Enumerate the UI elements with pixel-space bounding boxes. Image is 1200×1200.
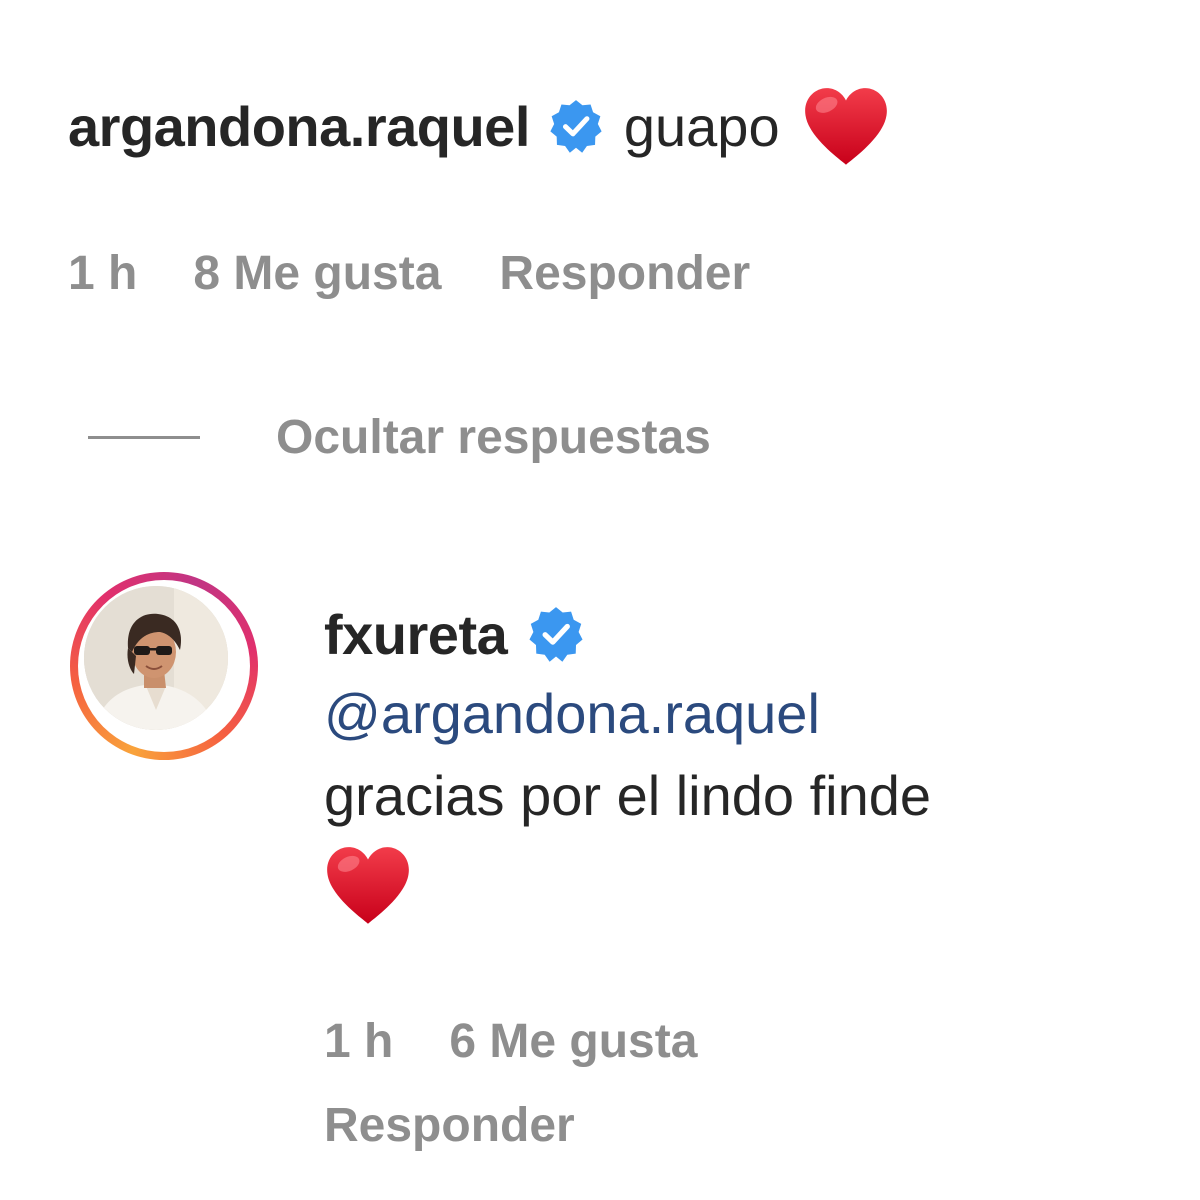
- reply-actions: Responder: [324, 1098, 575, 1153]
- reply-header: fxureta: [324, 594, 1164, 674]
- comment-reply-button[interactable]: Responder: [499, 246, 750, 301]
- hide-replies-button[interactable]: Ocultar respuestas: [276, 410, 711, 465]
- comment-likes[interactable]: 8 Me gusta: [193, 246, 441, 301]
- comment-body: argandona.raquel guapo: [68, 78, 1148, 174]
- avatar-story-ring[interactable]: [70, 572, 258, 760]
- reply-username[interactable]: fxureta: [324, 602, 508, 667]
- verified-badge-icon: [548, 98, 604, 154]
- heart-emoji-icon: [324, 844, 412, 926]
- hide-replies-toggle[interactable]: Ocultar respuestas: [88, 410, 711, 465]
- verified-badge-icon: [527, 605, 585, 663]
- heart-emoji-icon: [802, 85, 890, 167]
- reply-reply-button[interactable]: Responder: [324, 1098, 575, 1153]
- comment-time[interactable]: 1 h: [68, 246, 137, 301]
- reply-meta: 1 h 6 Me gusta: [324, 1014, 697, 1069]
- reply-mention-link[interactable]: @argandona.raquel: [324, 674, 1164, 754]
- reply-time[interactable]: 1 h: [324, 1014, 393, 1069]
- comment-meta: 1 h 8 Me gusta Responder: [68, 246, 750, 301]
- reply-likes[interactable]: 6 Me gusta: [449, 1014, 697, 1069]
- avatar[interactable]: [84, 586, 228, 730]
- avatar-photo-illustration: [84, 586, 228, 730]
- reply-text: gracias por el lindo finde: [324, 764, 932, 827]
- comment-text: guapo: [623, 94, 780, 158]
- replies-divider-line: [88, 436, 200, 439]
- reply-comment: fxureta @argandona.raquel gracias por el…: [324, 594, 1164, 926]
- comment-username[interactable]: argandona.raquel: [68, 94, 530, 159]
- comment: argandona.raquel guapo: [68, 78, 1148, 174]
